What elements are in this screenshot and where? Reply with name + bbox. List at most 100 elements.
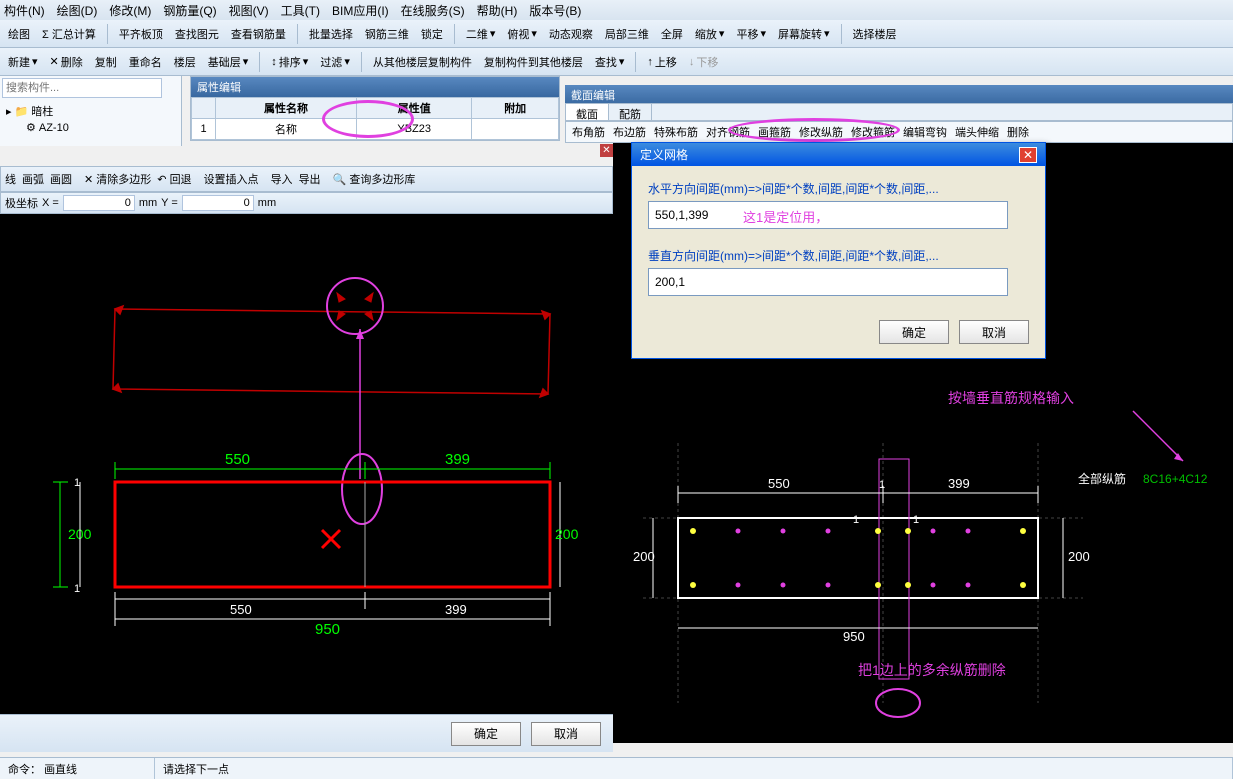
rotate-button[interactable]: 屏幕旋转 ▾	[774, 24, 834, 44]
tab-rebar[interactable]: 配筋	[609, 104, 652, 120]
canvas-dialog-buttons: 确定 取消	[0, 714, 613, 752]
dim-label: 1	[879, 479, 885, 491]
move-down-button[interactable]: ↓ 下移	[685, 52, 723, 72]
ok-button[interactable]: 确定	[451, 722, 521, 746]
layer-button[interactable]: 楼层	[170, 52, 200, 72]
dim-label: 200	[555, 526, 579, 542]
special-rebar-button[interactable]: 特殊布筋	[654, 124, 698, 140]
menu-item[interactable]: 视图(V)	[229, 2, 269, 19]
delete-button[interactable]: ✕ 删除	[46, 52, 87, 72]
line-button[interactable]: 线	[5, 171, 16, 187]
rename-button[interactable]: 重命名	[125, 52, 166, 72]
vertical-input[interactable]	[648, 268, 1008, 296]
clear-poly-button[interactable]: ✕ 清除多边形	[84, 171, 151, 187]
x-input[interactable]	[63, 195, 135, 211]
filter-button[interactable]: 过滤 ▾	[316, 52, 354, 72]
level-button[interactable]: 平齐板顶	[115, 24, 167, 44]
end-extend-button[interactable]: 端头伸缩	[955, 124, 999, 140]
status-bar: 命令： 画直线 请选择下一点	[0, 757, 1233, 779]
view2d-button[interactable]: 二维 ▾	[462, 24, 500, 44]
base-layer-button[interactable]: 基础层 ▾	[204, 52, 253, 72]
dim-label: 399	[948, 476, 970, 491]
draw-stirrup-button[interactable]: 画箍筋	[758, 124, 791, 140]
top-view-button[interactable]: 俯视 ▾	[503, 24, 541, 44]
dim-label: 950	[315, 621, 340, 638]
menu-item[interactable]: 修改(M)	[109, 2, 151, 19]
arc-button[interactable]: 画弧	[22, 171, 44, 187]
circle-button[interactable]: 画圆	[50, 171, 72, 187]
sort-button[interactable]: ↕ 排序 ▾	[267, 52, 312, 72]
vertical-label: 垂直方向间距(mm)=>间距*个数,间距,间距*个数,间距,...	[648, 247, 1029, 264]
tree-root[interactable]: ▸ 📁 暗柱	[6, 102, 175, 120]
modify-stirrup-button[interactable]: 修改箍筋	[851, 124, 895, 140]
main-menu: 构件(N) 绘图(D) 修改(M) 钢筋量(Q) 视图(V) 工具(T) BIM…	[0, 0, 1233, 20]
local3d-button[interactable]: 局部三维	[601, 24, 653, 44]
dim-label: 399	[445, 602, 467, 617]
menu-item[interactable]: 版本号(B)	[529, 2, 581, 19]
pan-button[interactable]: 平移 ▾	[732, 24, 770, 44]
table-row[interactable]: 1 名称 YBZ23	[192, 119, 559, 140]
coordinate-bar: 极坐标 X = mm Y = mm	[0, 192, 613, 214]
dim-label: 1	[74, 583, 80, 595]
rebar-3d-button[interactable]: 钢筋三维	[361, 24, 413, 44]
import-button[interactable]: 导入	[271, 171, 293, 187]
command-label: 命令：	[8, 764, 41, 776]
menu-item[interactable]: 在线服务(S)	[401, 2, 465, 19]
align-rebar-button[interactable]: 对齐钢筋	[706, 124, 750, 140]
search-input[interactable]	[2, 78, 162, 98]
floor-select-button[interactable]: 选择楼层	[849, 24, 901, 44]
lock-button[interactable]: 锁定	[417, 24, 447, 44]
ok-button[interactable]: 确定	[879, 320, 949, 344]
corner-rebar-button[interactable]: 布角筋	[572, 124, 605, 140]
new-button[interactable]: 新建 ▾	[4, 52, 42, 72]
close-icon[interactable]: ✕	[600, 144, 613, 157]
zoom-button[interactable]: 缩放 ▾	[691, 24, 729, 44]
undo-button[interactable]: ↶ 回退	[157, 171, 191, 187]
copy-to-floor-button[interactable]: 复制构件到其他楼层	[480, 52, 587, 72]
section-canvas-left[interactable]: 550 399 550 399 950 200 200 1 1	[0, 214, 613, 714]
delete-rebar-button[interactable]: 删除	[1007, 124, 1029, 140]
annotation-text: 这1是定位用，	[743, 207, 828, 226]
find-button[interactable]: 查找图元	[171, 24, 223, 44]
dynview-button[interactable]: 动态观察	[545, 24, 597, 44]
menu-item[interactable]: 帮助(H)	[477, 2, 518, 19]
rebar-qty-button[interactable]: 查看钢筋量	[227, 24, 290, 44]
status-hint: 请选择下一点	[155, 758, 1233, 779]
annotation-text: 把1边上的多余纵筋删除	[858, 662, 1006, 678]
menu-item[interactable]: BIM应用(I)	[332, 2, 389, 19]
edge-rebar-button[interactable]: 布边筋	[613, 124, 646, 140]
section-tabs: 截面 配筋	[565, 103, 1233, 121]
close-icon[interactable]: ✕	[1019, 147, 1037, 163]
export-button[interactable]: 导出	[299, 171, 321, 187]
multi-select-button[interactable]: 批量选择	[305, 24, 357, 44]
copy-button[interactable]: 复制	[91, 52, 121, 72]
dim-label: 200	[633, 549, 655, 564]
coord-mode[interactable]: 极坐标	[5, 195, 38, 211]
find-dd-button[interactable]: 查找 ▾	[591, 52, 629, 72]
dim-label: 950	[843, 629, 865, 644]
query-poly-button[interactable]: 🔍 查询多边形库	[333, 171, 416, 187]
edit-hook-button[interactable]: 编辑弯钩	[903, 124, 947, 140]
move-up-button[interactable]: ↑ 上移	[643, 52, 681, 72]
draw-button[interactable]: 绘图	[4, 24, 34, 44]
dim-label: 550	[225, 451, 250, 468]
cancel-button[interactable]: 取消	[531, 722, 601, 746]
properties-panel: 属性编辑 属性名称 属性值 附加 1 名称 YBZ23	[190, 76, 560, 141]
tab-section[interactable]: 截面	[566, 104, 609, 120]
copy-from-floor-button[interactable]: 从其他楼层复制构件	[369, 52, 476, 72]
menu-item[interactable]: 构件(N)	[4, 2, 45, 19]
modify-longitudinal-button[interactable]: 修改纵筋	[799, 124, 843, 140]
dim-label: 1	[913, 514, 919, 526]
cancel-button[interactable]: 取消	[959, 320, 1029, 344]
insert-point-button[interactable]: 设置插入点	[204, 171, 259, 187]
horizontal-label: 水平方向间距(mm)=>间距*个数,间距,间距*个数,间距,...	[648, 180, 1029, 197]
toolbar-view: 绘图 Σ 汇总计算 平齐板顶 查找图元 查看钢筋量 批量选择 钢筋三维 锁定 二…	[0, 20, 1233, 48]
sum-button[interactable]: Σ 汇总计算	[38, 24, 100, 44]
menu-item[interactable]: 绘图(D)	[57, 2, 98, 19]
dim-label: 1	[853, 514, 859, 526]
y-input[interactable]	[182, 195, 254, 211]
menu-item[interactable]: 工具(T)	[281, 2, 320, 19]
menu-item[interactable]: 钢筋量(Q)	[163, 2, 216, 19]
tree-child[interactable]: ⚙ AZ-10	[6, 120, 175, 135]
fullscreen-button[interactable]: 全屏	[657, 24, 687, 44]
